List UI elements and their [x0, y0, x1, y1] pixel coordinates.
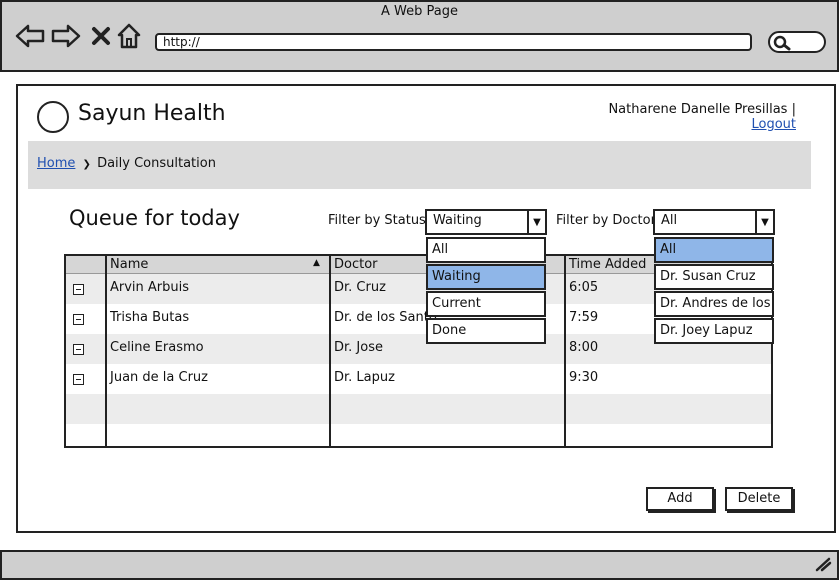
user-name: Natharene Danelle Presillas	[608, 102, 788, 117]
column-header-time[interactable]: Time Added	[569, 257, 646, 272]
cell-time: 6:05	[569, 280, 599, 295]
delete-button[interactable]: Delete	[725, 487, 793, 511]
row-collapse-icon[interactable]	[73, 284, 84, 295]
breadcrumb: Home ❯ Daily Consultation	[37, 156, 216, 171]
status-dropdown-list: All Waiting Current Done	[426, 237, 546, 345]
cell-name: Juan de la Cruz	[110, 370, 208, 385]
window-title: A Web Page	[381, 4, 458, 19]
column-divider	[329, 256, 331, 446]
column-divider	[105, 256, 107, 446]
page-title: Queue for today	[69, 206, 240, 230]
doctor-filter-label: Filter by Doctor:	[556, 213, 661, 228]
table-row[interactable]: Juan de la Cruz Dr. Lapuz 9:30	[66, 364, 771, 394]
cell-doctor: Dr. de los Santo	[334, 310, 437, 325]
chevron-down-icon[interactable]: ▼	[755, 211, 773, 233]
table-row-empty	[66, 424, 771, 446]
chevron-down-icon[interactable]: ▼	[527, 211, 545, 233]
column-divider	[564, 256, 566, 446]
row-collapse-icon[interactable]	[73, 314, 84, 325]
cell-time: 8:00	[569, 340, 599, 355]
browser-status-bar	[0, 550, 839, 580]
cell-doctor: Dr. Jose	[334, 340, 383, 355]
status-option-waiting[interactable]: Waiting	[426, 264, 546, 290]
row-collapse-icon[interactable]	[73, 374, 84, 385]
row-collapse-icon[interactable]	[73, 344, 84, 355]
doctor-filter-select[interactable]: All ▼	[653, 209, 775, 235]
cell-doctor: Dr. Cruz	[334, 280, 386, 295]
status-filter-label: Filter by Status:	[328, 213, 431, 228]
user-area: Natharene Danelle Presillas | Logout	[560, 102, 796, 132]
breadcrumb-chevron-icon: ❯	[82, 159, 91, 170]
back-arrow-icon[interactable]	[14, 22, 46, 50]
doctor-option-andres-de-los[interactable]: Dr. Andres de los	[654, 291, 774, 317]
cell-time: 7:59	[569, 310, 599, 325]
user-separator: |	[791, 102, 796, 117]
close-icon[interactable]	[90, 22, 112, 50]
breadcrumb-current: Daily Consultation	[97, 156, 216, 171]
column-header-doctor[interactable]: Doctor	[334, 257, 378, 272]
cell-name: Trisha Butas	[110, 310, 190, 325]
url-input[interactable]: http://	[155, 33, 752, 51]
cell-name: Arvin Arbuis	[110, 280, 190, 295]
status-option-all[interactable]: All	[426, 237, 546, 263]
doctor-option-susan-cruz[interactable]: Dr. Susan Cruz	[654, 264, 774, 290]
browser-search-box[interactable]	[768, 31, 826, 53]
logo-icon	[37, 101, 69, 133]
breadcrumb-home-link[interactable]: Home	[37, 156, 75, 171]
search-icon	[773, 35, 791, 55]
doctor-filter-value: All	[661, 213, 678, 228]
forward-arrow-icon[interactable]	[50, 22, 82, 50]
cell-name: Celine Erasmo	[110, 340, 204, 355]
app-title: Sayun Health	[78, 101, 226, 126]
status-option-current[interactable]: Current	[426, 291, 546, 317]
logout-link[interactable]: Logout	[751, 117, 796, 132]
home-icon[interactable]	[116, 22, 142, 50]
status-option-done[interactable]: Done	[426, 318, 546, 344]
column-header-name[interactable]: Name	[110, 257, 148, 272]
table-row-empty	[66, 394, 771, 424]
cell-doctor: Dr. Lapuz	[334, 370, 395, 385]
status-filter-value: Waiting	[433, 213, 482, 228]
doctor-dropdown-list: All Dr. Susan Cruz Dr. Andres de los Dr.…	[654, 237, 774, 345]
sort-ascending-icon[interactable]: ▲	[313, 258, 320, 268]
doctor-option-joey-lapuz[interactable]: Dr. Joey Lapuz	[654, 318, 774, 344]
cell-time: 9:30	[569, 370, 599, 385]
add-button[interactable]: Add	[646, 487, 714, 511]
status-filter-select[interactable]: Waiting ▼	[425, 209, 547, 235]
resize-grip-icon[interactable]	[814, 556, 832, 576]
doctor-option-all[interactable]: All	[654, 237, 774, 263]
